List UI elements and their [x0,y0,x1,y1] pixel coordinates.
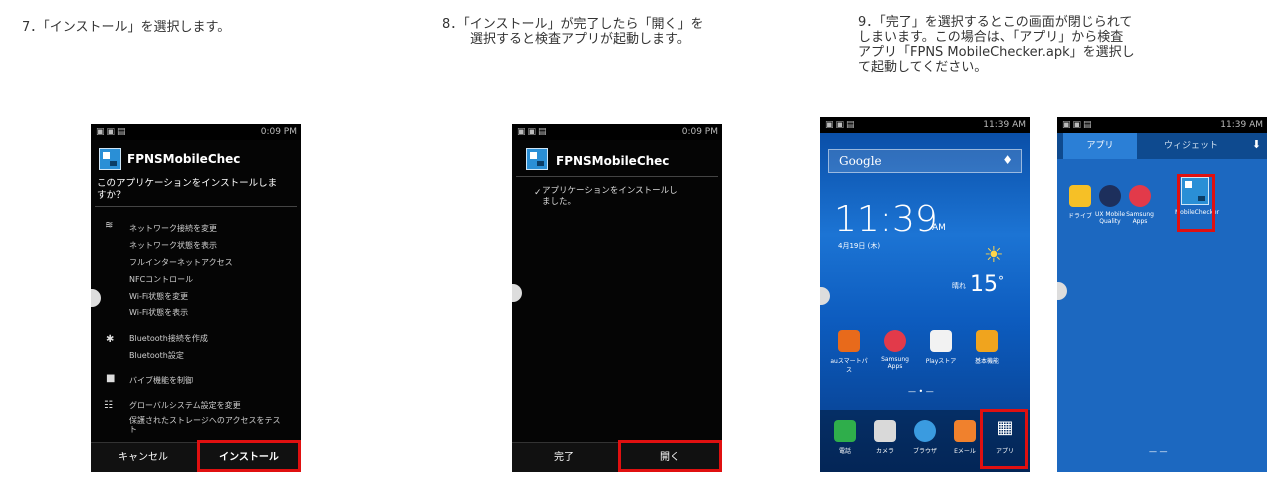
temperature: 15 [970,272,998,297]
installed-message: アプリケーションをインストールし ました。 [542,186,678,207]
dock-label: カメラ [875,448,894,455]
divider [95,206,297,207]
step8-caption-line2: 選択すると検査アプリが起動します。 [470,32,690,47]
basic-functions-icon[interactable] [976,330,998,352]
dock-label: 電話 [838,448,851,455]
app-label: Playストア [925,358,957,365]
dock-label: ブラウザ [912,448,937,455]
status-time: 0:09 PM [681,127,718,137]
install-question: このアプリケーションをインストールしま すか？ [97,178,278,201]
settings-sliders-icon: ☷ [104,400,113,411]
done-button[interactable]: 完了 [512,443,616,472]
ux-mobile-quality-icon[interactable] [1099,185,1121,207]
page-indicator: — — [1149,447,1168,456]
status-time: 11:39 AM [983,120,1026,130]
browser-icon[interactable] [914,420,936,442]
perm-item: NFCコントロール [129,275,194,284]
dock-label: Eメール [954,448,976,455]
step9-caption-line2: しまいます。この場合は、「アプリ」から検査 [858,30,1124,45]
side-handle[interactable] [91,289,101,307]
status-bar: ▣▣▤ 11:39 AM [1057,117,1267,133]
mic-icon[interactable]: ♦ [1002,153,1013,167]
notification-icons: ▣▣▤ [825,120,857,130]
samsung-apps-icon[interactable] [1129,185,1151,207]
perm-item: ネットワーク状態を表示 [129,241,217,250]
step7-caption: 7．「インストール」を選択します。 [22,20,231,35]
sun-icon: ☀ [984,243,1004,268]
perm-item: バイブ機能を制御 [129,376,193,385]
status-bar: ▣▣▤ 0:09 PM [512,124,722,140]
app-label: auスマートパス [830,358,868,374]
app-label: 基本機能 [974,358,999,365]
perm-item: Bluetooth接続を作成 [129,334,208,343]
phone-app-drawer: ▣▣▤ 11:39 AM アプリ ウィジェット ⬇ ドライブ UX Mobile… [1057,117,1267,472]
play-store-icon[interactable] [930,330,952,352]
temp-unit: ° [998,274,1004,288]
page-indicator: — • — [908,387,934,396]
perm-item: Wi-Fi状態を表示 [129,308,189,317]
weather-label: 晴れ [952,282,966,290]
google-search-bar[interactable]: Google ♦ [828,149,1022,173]
perm-item: 保護されたストレージへのアクセスをテス ト [129,416,281,434]
clock-date: 4月19日 (木) [838,242,881,250]
wifi-icon: ≋ [105,220,114,231]
google-label: Google [839,154,882,168]
status-time: 0:09 PM [260,127,297,137]
tab-widgets[interactable]: ウィジェット [1143,133,1239,159]
perm-item: フルインターネットアクセス [129,258,233,267]
notification-icons: ▣▣▤ [1062,120,1094,130]
app-name: FPNSMobileChec [556,154,670,168]
au-smartpass-icon[interactable] [838,330,860,352]
email-icon[interactable] [954,420,976,442]
divider [516,176,718,177]
app-label: Samsung Apps [881,356,909,370]
status-bar: ▣▣▤ 0:09 PM [91,124,301,140]
app-icon [99,148,121,170]
bluetooth-icon: ✱ [106,334,115,345]
step9-caption-line4: て起動してください。 [858,60,988,75]
clock-ampm: AM [932,223,946,233]
app-icon [526,148,548,170]
step9-caption-line1: 9．「完了」を選択するとこの画面が閉じられて [858,15,1133,30]
phone-home-screen: ▣▣▤ 11:39 AM Google ♦ 11:39 AM 4月19日 (木)… [820,117,1030,472]
step9-caption-line3: アプリ「FPNS MobileChecker.apk」を選択し [858,45,1135,60]
side-handle[interactable] [512,284,522,302]
status-bar: ▣▣▤ 11:39 AM [820,117,1030,133]
perm-item: グローバルシステム設定を変更 [129,401,241,410]
check-icon: ✓ [534,188,542,198]
tab-bar: アプリ ウィジェット ⬇ [1057,133,1267,159]
samsung-apps-icon[interactable] [884,330,906,352]
phone-install-screen: ▣▣▤ 0:09 PM FPNSMobileChec このアプリケーションをイン… [91,124,301,472]
camera-icon[interactable] [874,420,896,442]
perm-item: Bluetooth設定 [129,351,184,360]
perm-item: ネットワーク接続を変更 [129,224,217,233]
lock-icon: ■ [106,373,116,384]
download-icon[interactable]: ⬇ [1252,138,1261,151]
clock-time: 11:39 [834,199,938,240]
app-name: FPNSMobileChec [127,152,241,166]
drawer-background [1057,133,1267,472]
drive-icon[interactable] [1069,185,1091,207]
notification-icons: ▣▣▤ [96,127,128,137]
drawer-app-label: Samsung Apps [1126,211,1154,225]
notification-icons: ▣▣▤ [517,127,549,137]
tab-apps[interactable]: アプリ [1063,133,1137,159]
step8-caption-line1: 8．「インストール」が完了したら「開く」を [442,17,704,32]
highlight-apps [980,409,1028,469]
perm-item: Wi-Fi状態を変更 [129,292,189,301]
status-time: 11:39 AM [1220,120,1263,130]
phone-installed-screen: ▣▣▤ 0:09 PM FPNSMobileChec ✓ アプリケーションをイン… [512,124,722,472]
phone-icon[interactable] [834,420,856,442]
highlight-mobilechecker [1177,174,1215,232]
highlight-open [618,440,722,472]
highlight-install [197,440,301,472]
cancel-button[interactable]: キャンセル [91,443,195,472]
